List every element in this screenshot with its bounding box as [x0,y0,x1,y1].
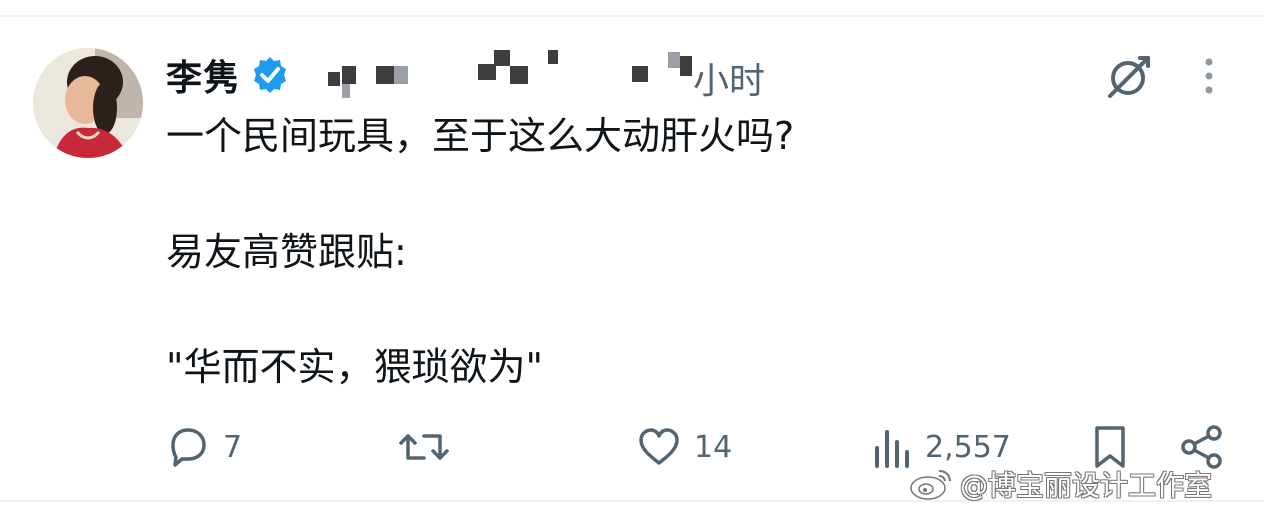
reply-count: 7 [223,429,243,465]
watermark-text: @博宝丽设计工作室 [960,469,1213,502]
redacted-block [510,66,528,84]
redacted-block [680,56,692,76]
redacted-block [376,66,394,84]
redacted-block [328,72,340,86]
reply-icon [171,428,206,467]
redacted-block [342,84,350,98]
post-time[interactable]: 小时 [693,52,765,104]
reply-button[interactable]: 7 [165,424,242,470]
views-count: 2,557 [925,429,1011,465]
redacted-block [632,66,648,82]
verified-badge-icon [250,55,290,95]
redacted-block [342,66,356,84]
redacted-block [548,50,558,64]
post-text-line: "华而不实，猥琐欲为" [166,345,543,389]
redacted-block [494,50,510,66]
avatar[interactable] [33,48,143,158]
post-text-line: 一个民间玩具，至于这么大动肝火吗? [166,114,795,158]
watermark: @博宝丽设计工作室 [908,464,1212,504]
weibo-logo-icon [910,470,951,500]
like-button[interactable]: 14 [636,424,732,470]
retweet-button[interactable] [398,424,450,470]
like-count: 14 [694,429,733,465]
retweet-icon [399,434,449,460]
grok-icon[interactable] [1104,52,1154,102]
top-divider [0,15,1264,17]
redacted-block [394,66,408,84]
post-header: 李隽 [166,50,290,100]
heart-icon [639,428,679,465]
views-bar-icon [875,430,909,468]
post-text-line: 易友高赞跟贴: [166,230,407,274]
redacted-block [478,64,496,80]
more-vertical-icon[interactable] [1196,54,1222,98]
redacted-block [668,52,680,68]
author-name[interactable]: 李隽 [166,49,240,101]
